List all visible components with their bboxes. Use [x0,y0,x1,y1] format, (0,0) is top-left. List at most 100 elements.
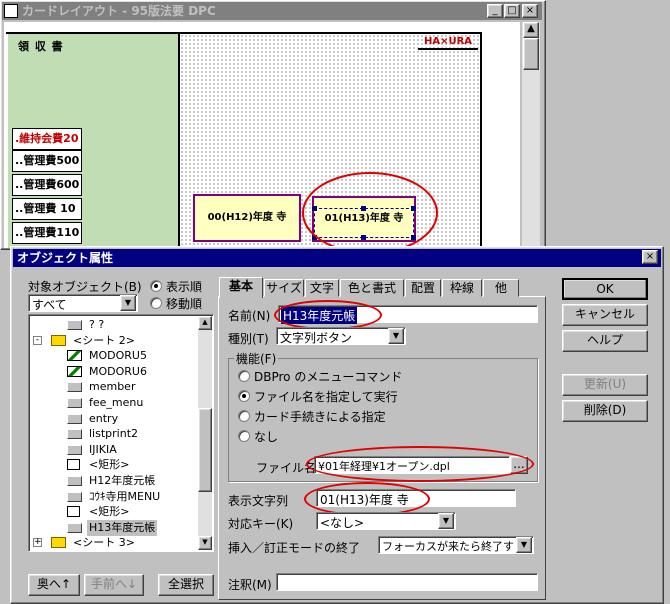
object-icon [67,429,82,440]
tree-item-label: ｺｳｷ寺用MENU [89,489,161,503]
insert-mode-select[interactable]: フォーカスが来たら終了す ▼ [378,536,534,554]
kind-select[interactable]: 文字列ボタン ▼ [276,327,406,345]
func-radio-run[interactable] [238,390,250,402]
folder-icon [51,334,66,346]
bring-front-button[interactable]: 手前へ↓ [84,574,144,596]
tree-item-label: H12年度元帳 [89,474,156,487]
cancel-label: キャンセル [574,307,635,321]
order-move-radio[interactable] [150,297,162,309]
target-object-value: すべて [32,298,67,312]
side-button-5[interactable]: ..管理費110 [12,222,82,244]
order-move-label: 移動順 [166,297,203,311]
tree-item-label: <シート 3> [73,536,135,550]
image-icon [67,350,82,362]
object-icon [67,398,82,408]
tree-scroll-up[interactable]: ▲ [198,316,212,330]
tab-align[interactable]: 配置 [405,279,441,297]
object-tree[interactable]: ? ? - <シート 2> MODORU5 MODORU6 member fee_menu e… [28,314,214,552]
func-option-none: なし [254,430,279,444]
tab-basic[interactable]: 基本 [219,277,263,298]
maximize-button[interactable]: □ [504,4,520,18]
display-input[interactable]: 01(H13)年度 寺 [316,489,516,507]
file-browse-button[interactable]: ... [510,456,528,474]
selection-frame [314,208,414,238]
tree-item-label: <シート 2> [73,333,135,347]
handle-tr[interactable] [411,206,416,211]
select-all-button[interactable]: 全選択 [158,574,214,596]
ok-label: OK [596,282,614,296]
function-group-label: 機能(F) [234,350,279,367]
file-input[interactable]: ¥01年経理¥1オープン.dpl [314,456,510,474]
chevron-down-icon[interactable]: ▼ [388,328,404,344]
ok-button[interactable]: OK [562,278,648,300]
send-back-label: 奥へ↑ [36,577,72,591]
file-browse-label: ... [513,457,525,471]
scroll-up-button[interactable]: ▲ [523,22,539,38]
func-option-card: カード手続きによる指定 [254,410,386,424]
handle-tm[interactable] [361,206,366,211]
key-select[interactable]: <なし> ▼ [316,512,456,530]
display-value: 01(H13)年度 寺 [320,493,409,507]
order-display-radio[interactable] [150,280,162,292]
help-button[interactable]: ヘルプ [562,330,648,352]
card-button-h12[interactable]: 00(H12)年度 寺 [193,194,301,242]
tree-item-label: IJIKIA [89,442,117,456]
object-icon [67,522,82,533]
select-all-label: 全選択 [167,577,204,591]
tree-expander-icon[interactable]: + [33,538,42,548]
func-radio-card[interactable] [238,410,250,422]
tab-text[interactable]: 文字 [305,279,339,297]
target-object-select[interactable]: すべて ▼ [28,294,138,312]
key-label: 対応キー(K) [228,517,294,531]
dialog-close-button[interactable]: × [642,250,658,264]
app-icon [4,4,18,18]
object-icon [67,491,82,502]
handle-bm[interactable] [361,235,366,240]
handle-bl[interactable] [312,235,317,240]
func-radio-menu[interactable] [238,370,250,382]
name-input[interactable]: H13年度元帳 [278,305,538,324]
scroll-thumb[interactable] [523,38,539,70]
chevron-down-icon[interactable]: ▼ [516,537,532,553]
chevron-down-icon[interactable]: ▼ [120,295,136,311]
object-icon [67,444,82,455]
tree-item-label: listprint2 [89,427,139,441]
name-value: H13年度元帳 [281,307,358,324]
tree-scroll-down[interactable]: ▼ [198,536,212,550]
rectangle-icon [67,506,80,518]
delete-button[interactable]: 削除(D) [562,400,648,422]
chevron-down-icon[interactable]: ▼ [438,513,454,529]
tree-scroll-thumb[interactable] [198,408,212,492]
handle-tl[interactable] [312,206,317,211]
handle-br[interactable] [411,235,416,240]
update-button[interactable]: 更新(U) [562,374,648,396]
tree-expander-icon[interactable]: - [33,335,42,345]
tab-other[interactable]: 他 [483,279,519,297]
cancel-button[interactable]: キャンセル [562,304,648,326]
side-button-3[interactable]: ..管理費600 [12,174,82,196]
order-display-label: 表示順 [166,280,203,294]
object-icon [67,320,82,330]
tab-border[interactable]: 枠線 [442,279,482,297]
receipt-heading: 領 収 書 [18,40,64,53]
side-button-1[interactable]: .維持会費20 [12,128,82,150]
func-radio-none[interactable] [238,430,250,442]
minimize-button[interactable]: _ [487,4,503,18]
tab-size[interactable]: サイズ [264,279,304,297]
side-button-4[interactable]: ..管理費 10 [12,198,82,220]
close-button[interactable]: × [522,4,538,18]
help-label: ヘルプ [586,333,623,347]
card-button-h12-label: 00(H12)年度 寺 [207,212,287,223]
note-label: 注釈(M) [228,578,272,592]
target-object-label: 対象オブジェクト(B) [28,280,142,294]
tree-item-label: entry [89,411,119,425]
hakura-logo-text: HA×URA [423,36,473,47]
bring-front-label: 手前へ↓ [90,577,138,591]
dialog-title: オブジェクト属性 [17,251,114,265]
note-input[interactable] [276,573,538,591]
tab-color-format[interactable]: 色と書式 [340,279,404,297]
side-button-2[interactable]: ..管理費500 [12,150,82,172]
send-back-button[interactable]: 奥へ↑ [28,574,80,596]
dialog-titlebar: オブジェクト属性 [13,249,661,267]
object-icon [67,413,82,424]
